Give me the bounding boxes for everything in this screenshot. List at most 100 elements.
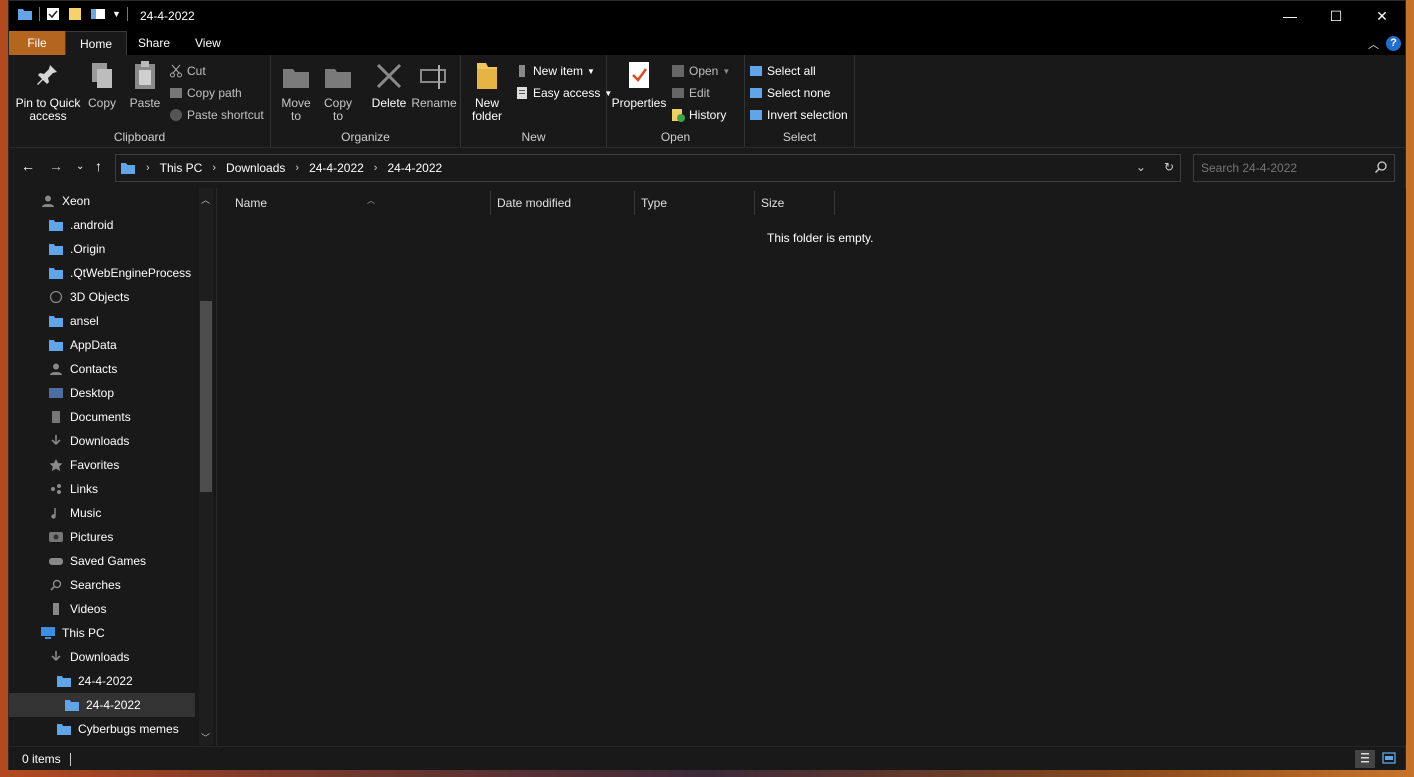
tree-item-label: 24-4-2022 [78, 674, 133, 688]
collapse-ribbon-icon[interactable]: ︿ [1368, 36, 1379, 52]
copy-to-button[interactable]: Copy to [321, 59, 355, 123]
links-icon [49, 483, 63, 495]
cut-button[interactable]: Cut [169, 61, 206, 81]
new-folder-icon[interactable] [68, 7, 84, 21]
tree-item-user[interactable]: Xeon [9, 189, 195, 213]
easy-access-button[interactable]: Easy access ▼ [515, 83, 612, 103]
address-bar[interactable]: › This PC › Downloads › 24-4-2022 › 24-4… [115, 154, 1181, 182]
refresh-icon[interactable]: ↻ [1164, 160, 1174, 174]
breadcrumb-parent-folder[interactable]: 24-4-2022 [309, 161, 364, 175]
tree-item-desktop[interactable]: Desktop [9, 381, 195, 405]
tree-item-links[interactable]: Links [9, 477, 195, 501]
column-header-date-modified[interactable]: Date modified [491, 191, 635, 215]
tree-item-label: Downloads [70, 650, 130, 664]
rename-button[interactable]: Rename [411, 59, 457, 110]
tree-item-downloads-pc[interactable]: Downloads [9, 645, 195, 669]
tree-item-music[interactable]: Music [9, 501, 195, 525]
column-header-label: Name [235, 196, 268, 210]
minimize-button[interactable]: — [1267, 1, 1313, 31]
select-none-button[interactable]: Select none [749, 83, 830, 103]
tree-item-contacts[interactable]: Contacts [9, 357, 195, 381]
chevron-right-icon[interactable]: › [212, 162, 216, 174]
folder-icon [65, 699, 79, 711]
breadcrumb-current-folder[interactable]: 24-4-2022 [387, 161, 442, 175]
tab-home[interactable]: Home [65, 31, 128, 55]
invert-selection-icon [749, 108, 763, 122]
details-view-button[interactable] [1355, 750, 1375, 768]
select-all-button[interactable]: Select all [749, 61, 816, 81]
column-header-type[interactable]: Type [635, 191, 755, 215]
chevron-right-icon: › [146, 162, 150, 174]
delete-button[interactable]: Delete [369, 59, 409, 110]
tree-item-saved-games[interactable]: Saved Games [9, 549, 195, 573]
properties-check-icon[interactable] [46, 7, 62, 21]
new-folder-icon [472, 59, 502, 93]
delete-x-icon [374, 59, 404, 93]
sidebar-scrollbar-thumb[interactable] [200, 301, 212, 492]
copy-path-button[interactable]: Copy path [169, 83, 242, 103]
properties-button[interactable]: Properties [611, 59, 667, 110]
back-arrow-icon[interactable]: ← [21, 158, 35, 174]
recent-locations-chevron-icon[interactable]: ⌄ [76, 161, 84, 172]
new-folder-button[interactable]: New folder [467, 59, 507, 123]
open-button[interactable]: Open ▼ [671, 61, 730, 81]
search-box[interactable] [1193, 154, 1395, 182]
tree-item-parent-folder[interactable]: 24-4-2022 [9, 669, 195, 693]
search-icon[interactable] [1374, 160, 1388, 177]
tab-file[interactable]: File [9, 31, 65, 55]
column-header-name[interactable]: Name ︿ [229, 191, 491, 215]
tree-item-android[interactable]: .android [9, 213, 195, 237]
tree-item-pictures[interactable]: Pictures [9, 525, 195, 549]
history-icon [671, 108, 685, 122]
invert-selection-button[interactable]: Invert selection [749, 105, 848, 125]
edit-button[interactable]: Edit [671, 83, 710, 103]
tree-item-label: .android [70, 218, 114, 232]
tree-item-3d-objects[interactable]: 3D Objects [9, 285, 195, 309]
tree-item-current-folder[interactable]: 24-4-2022 [9, 693, 195, 717]
tree-item-label: This PC [62, 626, 105, 640]
breadcrumb-this-pc[interactable]: This PC [160, 161, 203, 175]
view-pane-icon[interactable] [90, 7, 106, 21]
history-button[interactable]: History [671, 105, 726, 125]
tree-item-appdata[interactable]: AppData [9, 333, 195, 357]
new-folder-label: New folder [471, 96, 503, 123]
tree-item-videos[interactable]: Videos [9, 597, 195, 621]
toolbar-separator [39, 7, 40, 21]
tree-item-ansel[interactable]: ansel [9, 309, 195, 333]
paste-shortcut-button[interactable]: Paste shortcut [169, 105, 264, 125]
customize-qat-dropdown-icon[interactable]: ▼ [112, 9, 121, 19]
tree-item-searches[interactable]: Searches [9, 573, 195, 597]
chevron-right-icon[interactable]: › [295, 162, 299, 174]
paste-button[interactable]: Paste [127, 59, 163, 110]
large-icons-view-button[interactable] [1379, 750, 1399, 768]
new-item-button[interactable]: New item ▼ [515, 61, 595, 81]
help-icon[interactable]: ? [1386, 36, 1401, 51]
address-history-chevron-icon[interactable]: ⌄ [1136, 160, 1146, 174]
tree-item-cyberbugs-memes[interactable]: Cyberbugs memes [9, 717, 195, 741]
scroll-up-arrow-icon[interactable]: ︿ [201, 193, 210, 206]
forward-arrow-icon[interactable]: → [49, 158, 63, 174]
tree-item-this-pc[interactable]: This PC [9, 621, 195, 645]
copy-button[interactable]: Copy [85, 59, 119, 110]
move-to-button[interactable]: Move to [279, 59, 313, 123]
user-icon [41, 195, 55, 207]
up-arrow-icon[interactable]: ↑ [95, 158, 102, 174]
column-header-size[interactable]: Size [755, 191, 835, 215]
scroll-down-arrow-icon[interactable]: ﹀ [201, 731, 210, 744]
videos-icon [49, 603, 63, 615]
tree-item-downloads[interactable]: Downloads [9, 429, 195, 453]
pin-to-quick-access-button[interactable]: Pin to Quick access [15, 59, 81, 123]
chevron-right-icon[interactable]: › [374, 162, 378, 174]
tree-item-qtwebengineprocess[interactable]: .QtWebEngineProcess [9, 261, 195, 285]
file-list: Name ︿ Date modified Type Size This fold… [216, 188, 1406, 745]
tree-item-documents[interactable]: Documents [9, 405, 195, 429]
close-button[interactable]: ✕ [1359, 1, 1405, 31]
search-input[interactable] [1194, 155, 1364, 181]
tab-view[interactable]: View [181, 31, 235, 55]
tree-item-favorites[interactable]: Favorites [9, 453, 195, 477]
breadcrumb-downloads[interactable]: Downloads [226, 161, 285, 175]
copy-path-icon [169, 86, 183, 100]
maximize-button[interactable]: ☐ [1313, 1, 1359, 31]
tree-item-origin[interactable]: .Origin [9, 237, 195, 261]
tab-share[interactable]: Share [124, 31, 184, 55]
